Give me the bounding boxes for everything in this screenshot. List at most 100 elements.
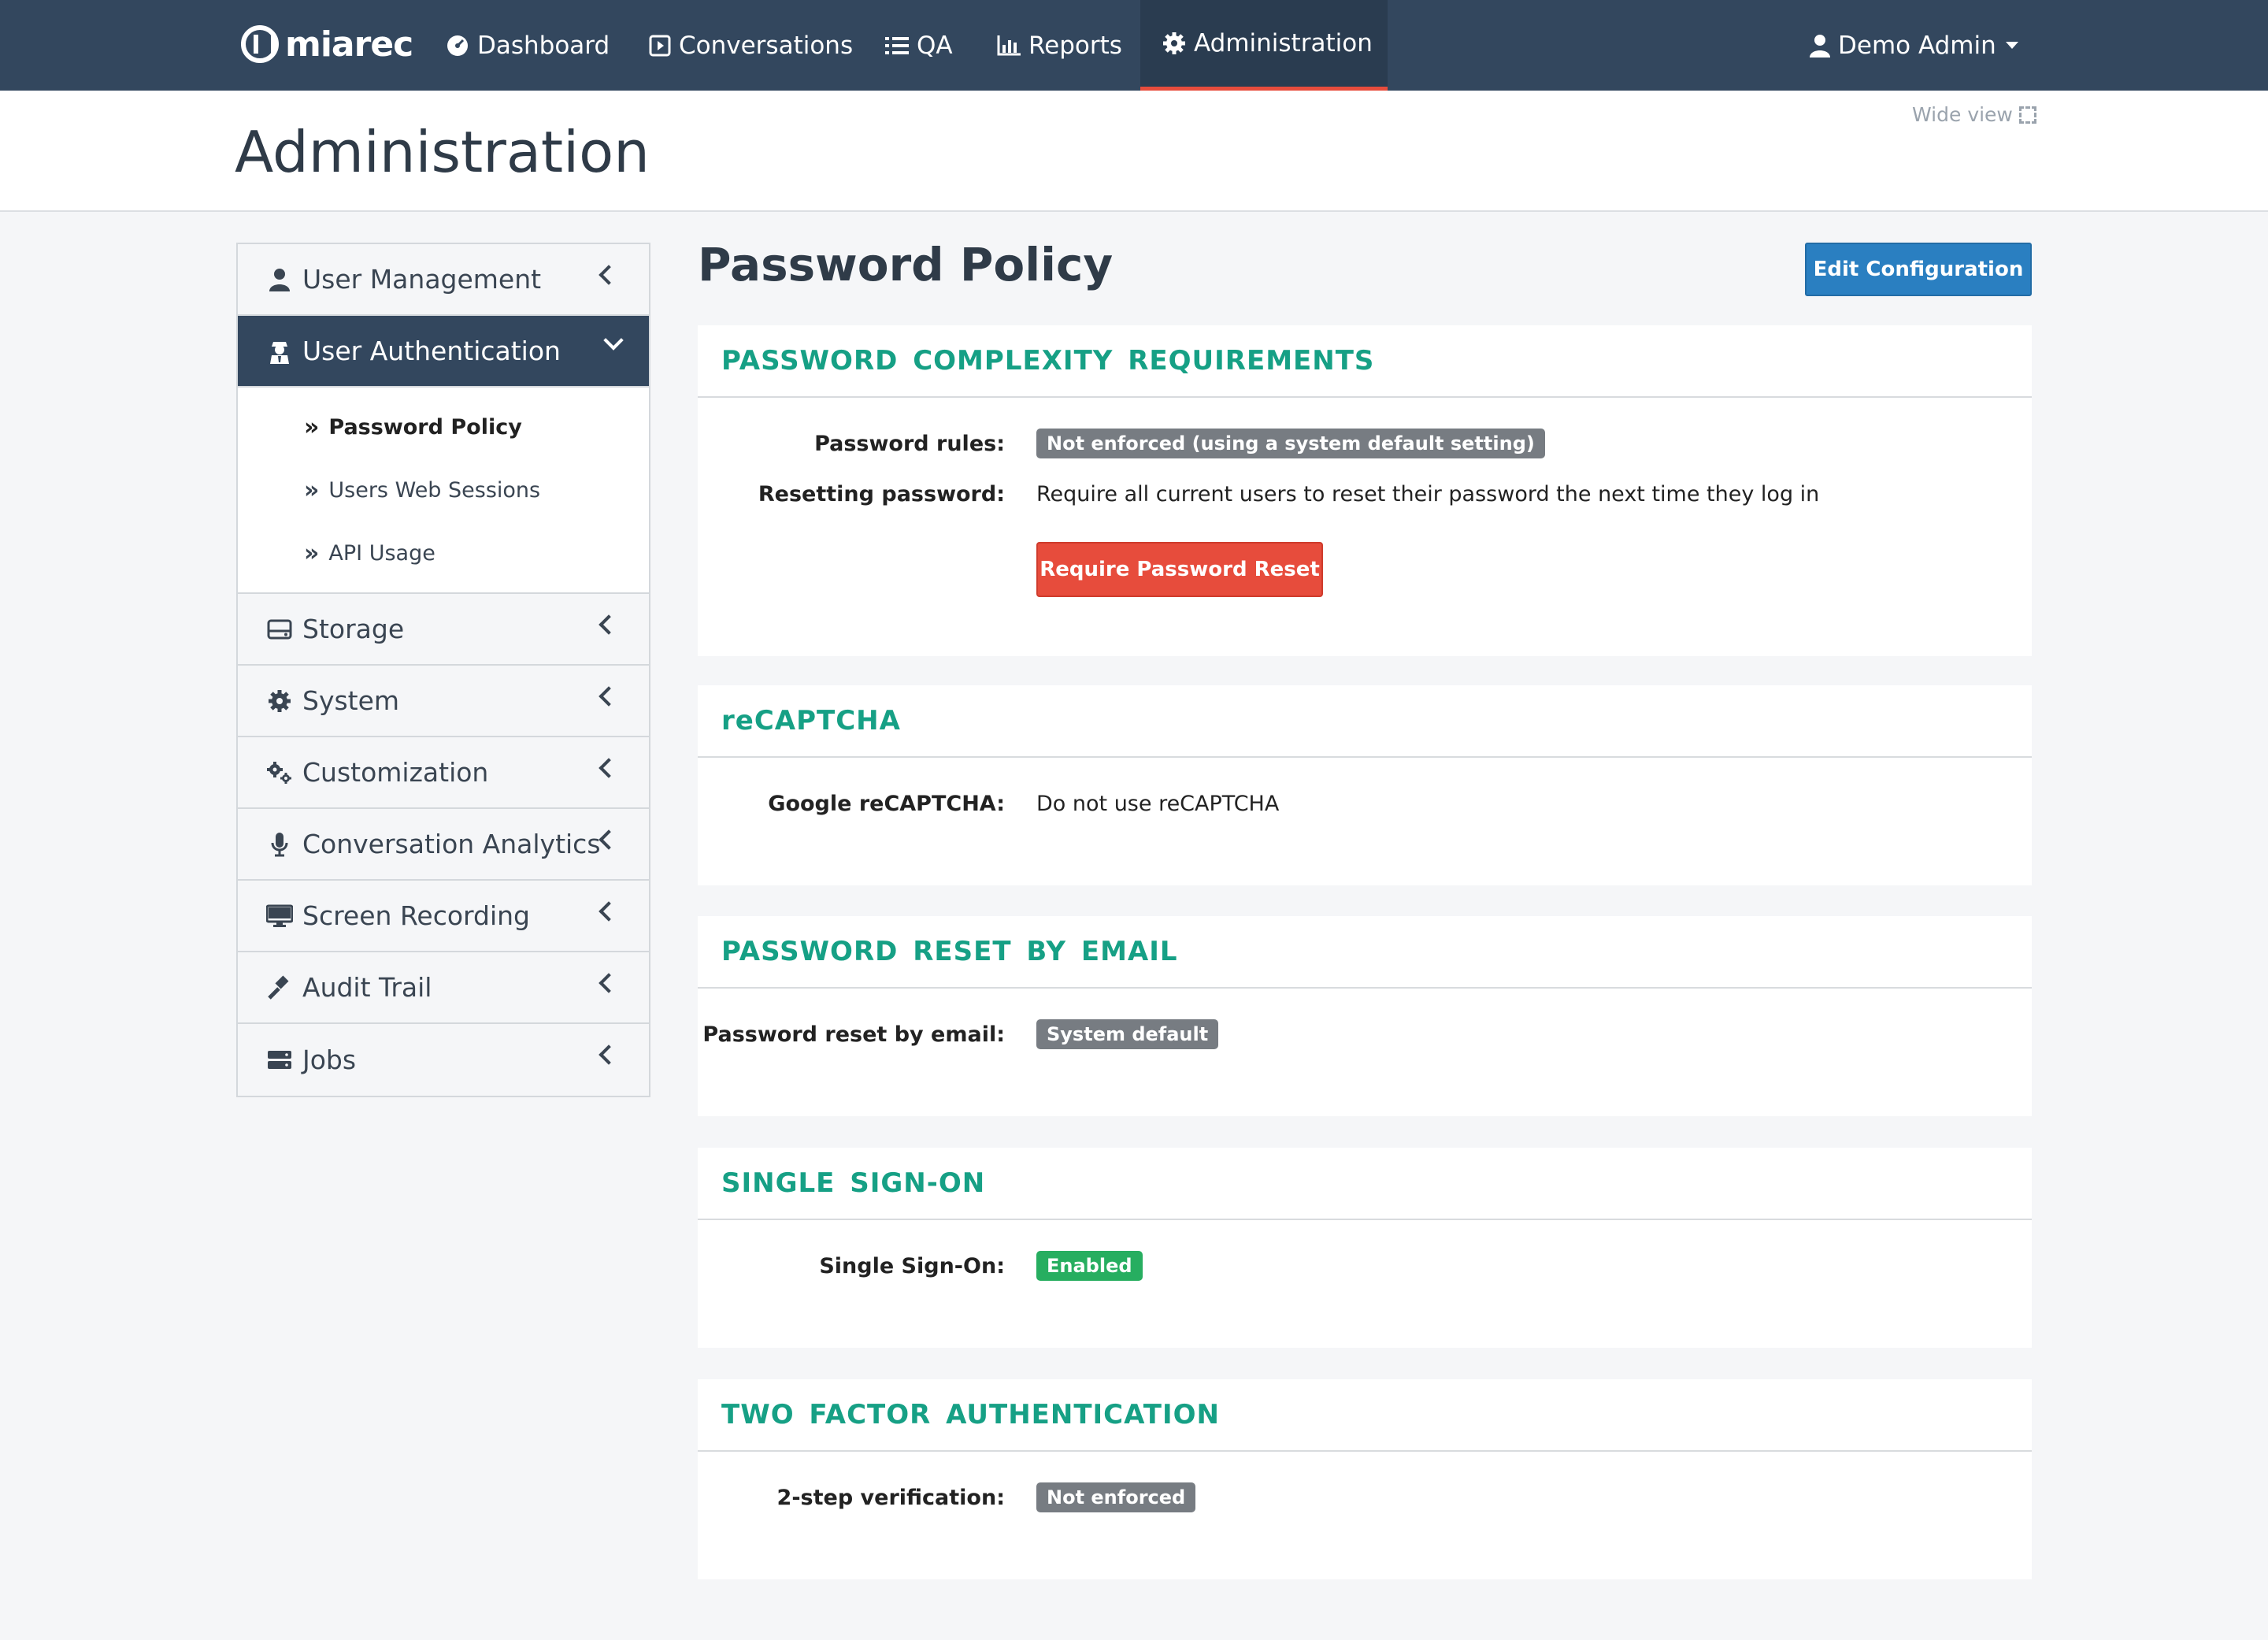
hdd-icon	[266, 616, 293, 643]
list-icon	[885, 35, 909, 56]
sidebar-item-audit-trail[interactable]: Audit Trail	[238, 952, 649, 1024]
nav-dashboard-label: Dashboard	[477, 31, 610, 60]
field-value: Require all current users to reset their…	[1036, 481, 1820, 506]
sidebar-subitem-password-policy[interactable]: » Password Policy	[238, 395, 649, 458]
panel-password-complexity: Password complexity requirements Passwor…	[698, 325, 2032, 656]
field-password-reset-email: Password reset by email: System default	[698, 1019, 2032, 1050]
nav-conversations[interactable]: Conversations	[649, 0, 853, 91]
bar-chart-icon	[997, 35, 1021, 56]
nav-reports[interactable]: Reports	[997, 0, 1122, 91]
field-label: Single Sign-On:	[819, 1253, 1005, 1278]
field-single-sign-on: Single Sign-On: Enabled	[698, 1250, 2032, 1282]
panel-title: reCAPTCHA	[698, 685, 2032, 758]
double-chevron-right-icon: »	[304, 539, 320, 567]
nav-dashboard[interactable]: Dashboard	[446, 0, 610, 91]
panel-two-factor-auth: Two factor authentication 2-step verific…	[698, 1379, 2032, 1579]
server-icon	[266, 1047, 293, 1074]
sidebar-item-system[interactable]: System	[238, 666, 649, 737]
admin-sidebar: User Management User Authentication » Pa…	[236, 243, 650, 1097]
brand-logo[interactable]: miarec	[241, 20, 413, 68]
user-secret-icon	[266, 338, 293, 365]
sidebar-item-label: System	[302, 685, 400, 716]
sidebar-item-jobs[interactable]: Jobs	[238, 1024, 649, 1096]
sidebar-item-screen-recording[interactable]: Screen Recording	[238, 881, 649, 952]
panel-title: Single Sign-On	[698, 1148, 2032, 1220]
field-label: Password rules:	[814, 431, 1005, 456]
nav-reports-label: Reports	[1028, 31, 1122, 60]
sidebar-item-label: User Authentication	[302, 336, 561, 366]
field-two-step-verification: 2-step verification: Not enforced	[698, 1482, 2032, 1513]
gavel-icon	[266, 974, 293, 1001]
chevron-left-icon	[598, 829, 619, 850]
chevron-left-icon	[598, 686, 619, 707]
sidebar-item-label: Screen Recording	[302, 900, 530, 931]
user-name: Demo Admin	[1838, 31, 1996, 60]
panel-single-sign-on: Single Sign-On Single Sign-On: Enabled	[698, 1148, 2032, 1348]
sidebar-item-user-management[interactable]: User Management	[238, 244, 649, 316]
panel-recaptcha: reCAPTCHA Google reCAPTCHA: Do not use r…	[698, 685, 2032, 885]
panel-title: Two factor authentication	[698, 1379, 2032, 1452]
gears-icon	[266, 759, 293, 786]
field-password-rules: Password rules: Not enforced (using a sy…	[698, 428, 2032, 459]
wide-view-label: Wide view	[1912, 103, 2013, 126]
logo-icon	[241, 25, 279, 63]
gear-icon	[1162, 32, 1186, 55]
panel-title: Password complexity requirements	[698, 325, 2032, 398]
page-header: Administration Wide view	[0, 91, 2268, 212]
nav-qa[interactable]: QA	[885, 0, 953, 91]
chevron-down-icon	[2005, 42, 2018, 49]
field-label: Resetting password:	[758, 481, 1005, 506]
user-menu[interactable]: Demo Admin	[1810, 0, 2018, 91]
sidebar-subitem-api-usage[interactable]: » API Usage	[238, 521, 649, 584]
sidebar-item-label: Jobs	[302, 1044, 357, 1075]
desktop-icon	[266, 903, 293, 929]
require-password-reset-button[interactable]: Require Password Reset	[1036, 542, 1323, 597]
double-chevron-right-icon: »	[304, 413, 320, 441]
nav-administration-label: Administration	[1194, 29, 1373, 58]
sidebar-item-customization[interactable]: Customization	[238, 737, 649, 809]
sidebar-item-conversation-analytics[interactable]: Conversation Analytics	[238, 809, 649, 881]
sidebar-submenu: » Password Policy » Users Web Sessions »…	[238, 388, 649, 594]
brand-text: miarec	[285, 24, 413, 65]
play-square-icon	[649, 35, 671, 57]
chevron-left-icon	[598, 758, 619, 778]
page-title: Administration	[235, 119, 650, 185]
dashboard-icon	[446, 34, 469, 58]
wide-view-toggle[interactable]: Wide view	[1912, 103, 2036, 126]
chevron-left-icon	[598, 901, 619, 922]
panel-title: Password reset by email	[698, 916, 2032, 989]
nav-administration[interactable]: Administration	[1140, 0, 1388, 91]
sidebar-subitem-users-web-sessions[interactable]: » Users Web Sessions	[238, 458, 649, 521]
sidebar-subitem-label: API Usage	[328, 540, 435, 566]
chevron-left-icon	[598, 614, 619, 635]
chevron-left-icon	[598, 265, 619, 285]
status-badge: Enabled	[1036, 1251, 1143, 1281]
edit-configuration-button[interactable]: Edit Configuration	[1805, 243, 2032, 296]
field-label: Password reset by email:	[702, 1022, 1005, 1047]
sidebar-subitem-label: Users Web Sessions	[328, 477, 541, 503]
field-label: 2-step verification:	[776, 1485, 1005, 1510]
field-label: Google reCAPTCHA:	[768, 791, 1005, 816]
sidebar-item-label: Storage	[302, 614, 405, 644]
status-badge: Not enforced (using a system default set…	[1036, 429, 1545, 458]
sidebar-item-user-authentication[interactable]: User Authentication	[238, 316, 649, 388]
field-value: Do not use reCAPTCHA	[1036, 791, 1280, 816]
sidebar-item-label: Customization	[302, 757, 489, 788]
sidebar-item-label: User Management	[302, 264, 542, 295]
nav-conversations-label: Conversations	[679, 31, 854, 60]
user-icon	[1810, 34, 1830, 58]
chevron-left-icon	[598, 973, 619, 993]
gear-icon	[266, 688, 293, 714]
expand-icon	[2018, 106, 2036, 124]
status-badge: System default	[1036, 1019, 1219, 1049]
nav-qa-label: QA	[917, 31, 953, 60]
chevron-left-icon	[598, 1044, 619, 1065]
field-google-recaptcha: Google reCAPTCHA: Do not use reCAPTCHA	[698, 788, 2032, 819]
microphone-icon	[266, 831, 293, 858]
panel-password-reset-email: Password reset by email Password reset b…	[698, 916, 2032, 1116]
sidebar-item-storage[interactable]: Storage	[238, 594, 649, 666]
section-title: Password Policy	[698, 238, 1114, 291]
sidebar-item-label: Conversation Analytics	[302, 829, 601, 859]
field-resetting-password: Resetting password: Require all current …	[698, 478, 2032, 510]
sidebar-item-label: Audit Trail	[302, 972, 432, 1003]
